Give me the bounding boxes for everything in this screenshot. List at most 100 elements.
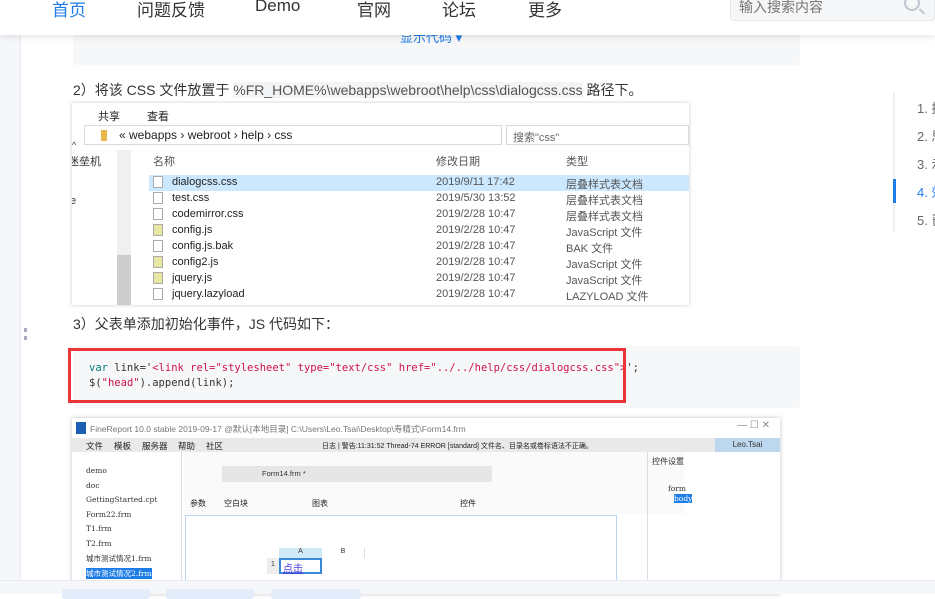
fr-col-header: A	[279, 548, 322, 558]
fr-panel-node: form	[668, 484, 686, 493]
fr-tree-item: GettingStarted.cpt	[86, 495, 158, 504]
file-date: 2019/2/28 10:47	[436, 208, 516, 220]
file-row[interactable]: config.js 2019/2/28 10:47 JavaScript 文件	[149, 223, 689, 239]
toc-item[interactable]: 2. 思	[917, 126, 935, 145]
file-date: 2019/2/28 10:47	[436, 272, 516, 284]
file-name: config.js.bak	[172, 240, 234, 252]
file-row[interactable]: test.css 2019/5/30 13:52 层叠样式表文档	[149, 191, 689, 207]
fr-tree-item: doc	[86, 480, 100, 490]
top-nav: 首页 问题反馈 Demo 官网 论坛 更多	[0, 0, 935, 35]
fr-file-tree: demo doc GettingStarted.cpt Form22.frm T1.fr…	[74, 452, 182, 594]
search-box	[730, 0, 935, 21]
file-type: JavaScript 文件	[566, 275, 643, 287]
column-header-name[interactable]: 名称	[153, 153, 175, 169]
file-file-icon	[153, 240, 163, 252]
fr-row-header: 1	[267, 558, 279, 574]
fr-tree-item: demo	[86, 466, 107, 475]
file-file-icon	[153, 288, 163, 300]
code-text: ';	[626, 362, 640, 374]
fr-panel-title: 控件设置	[652, 457, 684, 466]
nav-home[interactable]: 首页	[52, 0, 86, 21]
toc-item[interactable]: 5. 已	[917, 210, 935, 229]
nav-pane-item: !	[72, 237, 73, 249]
step-3-text: 3）父表单添加初始化事件，JS 代码如下：	[73, 316, 340, 332]
toc-active-indicator	[893, 179, 896, 203]
file-explorer-screenshot: 共享 查看 « webapps › webroot › help › css 搜…	[72, 103, 689, 305]
js-file-icon	[153, 224, 163, 236]
window-controls-icon: — ☐ ✕	[737, 420, 770, 431]
fr-cell: 点击	[279, 558, 322, 575]
js-file-icon	[153, 272, 163, 284]
file-type: JavaScript 文件	[566, 259, 643, 271]
scrollbar-thumb[interactable]	[117, 255, 131, 305]
fr-user: Leo.Tsai	[715, 438, 780, 452]
file-type: 层叠样式表文档	[566, 179, 643, 191]
file-row[interactable]: config.js.bak 2019/2/28 10:47 BAK 文件	[149, 239, 689, 255]
file-type: 层叠样式表文档	[566, 195, 643, 207]
fr-group-label: 空白块	[224, 499, 248, 508]
fr-menu-item: 帮助	[178, 441, 196, 451]
step-2-suffix: 路径下。	[582, 82, 643, 98]
nav-demo[interactable]: Demo	[255, 0, 300, 16]
css-file-icon	[153, 176, 163, 188]
file-row[interactable]: config2.js 2019/2/28 10:47 JavaScript 文件	[149, 255, 689, 271]
left-sidebar	[0, 35, 21, 594]
file-type: LAZYLOAD 文件	[566, 291, 649, 303]
nav-official[interactable]: 官网	[357, 0, 391, 21]
file-type: BAK 文件	[566, 243, 614, 255]
toc-item[interactable]: 4. 效	[917, 182, 935, 201]
explorer-search: 搜索"css"	[506, 125, 689, 145]
fr-template-tab: Form14.frm *	[222, 466, 492, 482]
explorer-scrollbar[interactable]	[117, 150, 131, 305]
file-row[interactable]: jquery.js 2019/2/28 10:47 JavaScript 文件	[149, 271, 689, 287]
file-name: jquery.js	[172, 272, 213, 284]
search-icon[interactable]	[904, 0, 920, 11]
file-type: JavaScript 文件	[566, 227, 643, 239]
file-row[interactable]: dialogcss.css 2019/9/11 17:42 层叠样式表文档	[149, 175, 689, 191]
fr-log: 日志 | 警告:11:31:52 Thread-74 ERROR [standa…	[322, 443, 593, 450]
fr-group-label: 图表	[312, 499, 328, 508]
nav-feedback[interactable]: 问题反馈	[137, 0, 205, 21]
bottom-button[interactable]	[166, 589, 254, 599]
fr-col-header: B	[322, 548, 365, 558]
toc-item[interactable]: 1. 描	[917, 98, 935, 117]
toc-item[interactable]: 3. 示	[917, 154, 935, 173]
table-of-contents: 1. 描 2. 思 3. 示 4. 效 5. 已	[893, 92, 935, 232]
file-date: 2019/5/30 13:52	[436, 192, 516, 204]
bottom-bar	[0, 580, 935, 599]
bottom-button[interactable]	[62, 589, 150, 599]
fr-group-label: 控件	[460, 499, 476, 508]
fr-panel-node: body	[674, 494, 693, 503]
fr-tree-item: Form22.frm	[86, 509, 132, 519]
file-date: 2019/2/28 10:47	[436, 256, 516, 268]
nav-forum[interactable]: 论坛	[442, 0, 476, 21]
file-row[interactable]: codemirror.css 2019/2/28 10:47 层叠样式表文档	[149, 207, 689, 223]
bottom-button[interactable]	[271, 589, 361, 599]
explorer-tab-share: 共享	[98, 111, 120, 123]
file-name: test.css	[172, 192, 210, 204]
nav-more[interactable]: 更多	[528, 0, 562, 21]
nav-pane-item: ^	[72, 140, 77, 150]
file-type: 层叠样式表文档	[566, 211, 643, 223]
fr-menu-item: 社区	[206, 441, 224, 451]
explorer-tab-view: 查看	[147, 111, 169, 123]
folder-icon	[101, 130, 107, 141]
step-2-text: 2）将该 CSS 文件放置于 %FR_HOME%\webapps\webroot…	[73, 80, 643, 100]
fr-widget-panel: 控件设置 form body	[647, 452, 780, 594]
drag-handle[interactable]	[24, 328, 27, 340]
fr-toolbar: Form14.frm * 参数 空白块 图表 控件	[184, 452, 684, 514]
fr-menu-item: 文件	[86, 441, 104, 451]
file-date: 2019/9/11 17:42	[436, 176, 515, 188]
file-row[interactable]: jquery.lazyload 2019/2/28 10:47 LAZYLOAD 文…	[149, 287, 689, 303]
search-input[interactable]	[731, 0, 891, 21]
fr-menu-bar: 文件 模板 服务器 帮助 社区 日志 | 警告:11:31:52 Thread-…	[72, 438, 780, 452]
column-header-type[interactable]: 类型	[566, 153, 588, 169]
explorer-address-bar: « webapps › webroot › help › css	[84, 125, 502, 145]
file-name: config.js	[172, 224, 213, 236]
step-2-prefix: 2）将该 CSS 文件放置于	[73, 82, 234, 98]
column-header-date[interactable]: 修改日期	[436, 153, 480, 169]
file-date: 2019/2/28 10:47	[436, 240, 516, 252]
fr-title: FineReport 10.0 stable 2019-09-17 @默认[本地…	[90, 424, 466, 434]
fr-group-label: 参数	[190, 499, 206, 508]
explorer-breadcrumb: « webapps › webroot › help › css	[119, 128, 293, 142]
